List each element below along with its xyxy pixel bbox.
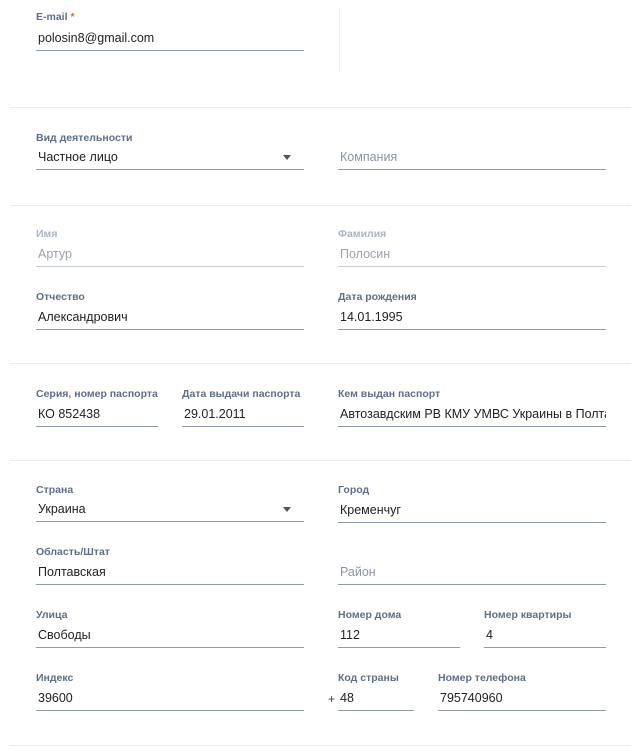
- last-name-label: Фамилия: [338, 228, 387, 240]
- postal-code-input[interactable]: 39600: [36, 687, 304, 711]
- phone-label: Номер телефона: [438, 672, 526, 684]
- column-divider: [339, 8, 340, 72]
- postal-code-field-group: Индекс 39600: [36, 672, 304, 714]
- passport-number-field-group: Серия, номер паспорта КО 852438: [36, 388, 158, 430]
- birth-date-input[interactable]: 14.01.1995: [338, 306, 606, 330]
- country-code-input[interactable]: 48: [338, 687, 414, 711]
- chevron-down-icon: [283, 155, 291, 160]
- email-field-group: E-mail * polosin8@gmail.com: [36, 11, 304, 53]
- first-name-input[interactable]: Артур: [36, 243, 304, 267]
- passport-issuer-field-group: Кем выдан паспорт Автозавдским РВ КМУ УМ…: [338, 388, 606, 430]
- region-input[interactable]: Полтавская: [36, 561, 304, 585]
- passport-date-input[interactable]: 29.01.2011: [182, 403, 304, 427]
- district-placeholder: Район: [340, 565, 376, 579]
- passport-date-label: Дата выдачи паспорта: [182, 388, 301, 400]
- last-name-field-group: Фамилия Полосин: [338, 228, 606, 270]
- district-field-group: Район: [338, 546, 606, 588]
- passport-issuer-label: Кем выдан паспорт: [338, 388, 441, 400]
- activity-select[interactable]: Частное лицо: [36, 146, 304, 170]
- city-field-group: Город Кременчуг: [338, 484, 606, 526]
- country-code-prefix: +: [328, 692, 336, 706]
- city-label: Город: [338, 484, 370, 496]
- section-divider: [10, 205, 631, 206]
- passport-date-field-group: Дата выдачи паспорта 29.01.2011: [182, 388, 304, 430]
- street-input[interactable]: Свободы: [36, 624, 304, 648]
- region-label: Область/Штат: [36, 546, 110, 558]
- activity-value: Частное лицо: [38, 150, 118, 164]
- apartment-field-group: Номер квартиры 4: [484, 609, 606, 651]
- email-input[interactable]: polosin8@gmail.com: [36, 27, 304, 51]
- section-divider: [10, 745, 631, 746]
- company-placeholder: Компания: [340, 150, 398, 164]
- street-label: Улица: [36, 609, 68, 621]
- postal-code-label: Индекс: [36, 672, 74, 684]
- apartment-input[interactable]: 4: [484, 624, 606, 648]
- first-name-field-group: Имя Артур: [36, 228, 304, 270]
- required-mark: *: [70, 11, 75, 23]
- first-name-label: Имя: [36, 228, 58, 240]
- company-input[interactable]: Компания: [338, 146, 606, 170]
- country-code-label: Код страны: [338, 672, 399, 684]
- city-input[interactable]: Кременчуг: [338, 499, 606, 523]
- apartment-label: Номер квартиры: [484, 609, 572, 621]
- country-code-field-group: Код страны 48: [338, 672, 414, 714]
- passport-issuer-input[interactable]: Автозавдским РВ КМУ УМВС Украины в Полта…: [338, 403, 606, 427]
- street-field-group: Улица Свободы: [36, 609, 304, 651]
- region-field-group: Область/Штат Полтавская: [36, 546, 304, 588]
- country-value: Украина: [38, 502, 86, 516]
- passport-number-label: Серия, номер паспорта: [36, 388, 158, 400]
- company-field-group: Компания: [338, 132, 606, 174]
- district-input[interactable]: Район: [338, 561, 606, 585]
- last-name-input[interactable]: Полосин: [338, 243, 606, 267]
- phone-input[interactable]: 795740960: [438, 687, 606, 711]
- country-field-group: Страна Украина: [36, 484, 304, 526]
- section-divider: [10, 363, 631, 364]
- house-field-group: Номер дома 112: [338, 609, 460, 651]
- country-label: Страна: [36, 484, 74, 496]
- house-input[interactable]: 112: [338, 624, 460, 648]
- patronymic-label: Отчество: [36, 291, 85, 303]
- patronymic-input[interactable]: Александрович: [36, 306, 304, 330]
- chevron-down-icon: [283, 507, 291, 512]
- activity-field-group: Вид деятельности Частное лицо: [36, 132, 304, 174]
- passport-number-input[interactable]: КО 852438: [36, 403, 158, 427]
- email-label: E-mail *: [36, 11, 75, 23]
- section-divider: [10, 460, 631, 461]
- country-select[interactable]: Украина: [36, 498, 304, 522]
- house-label: Номер дома: [338, 609, 402, 621]
- section-divider: [10, 107, 631, 108]
- birth-date-label: Дата рождения: [338, 291, 417, 303]
- activity-label: Вид деятельности: [36, 132, 133, 144]
- phone-field-group: Номер телефона 795740960: [438, 672, 606, 714]
- birth-date-field-group: Дата рождения 14.01.1995: [338, 291, 606, 333]
- patronymic-field-group: Отчество Александрович: [36, 291, 304, 333]
